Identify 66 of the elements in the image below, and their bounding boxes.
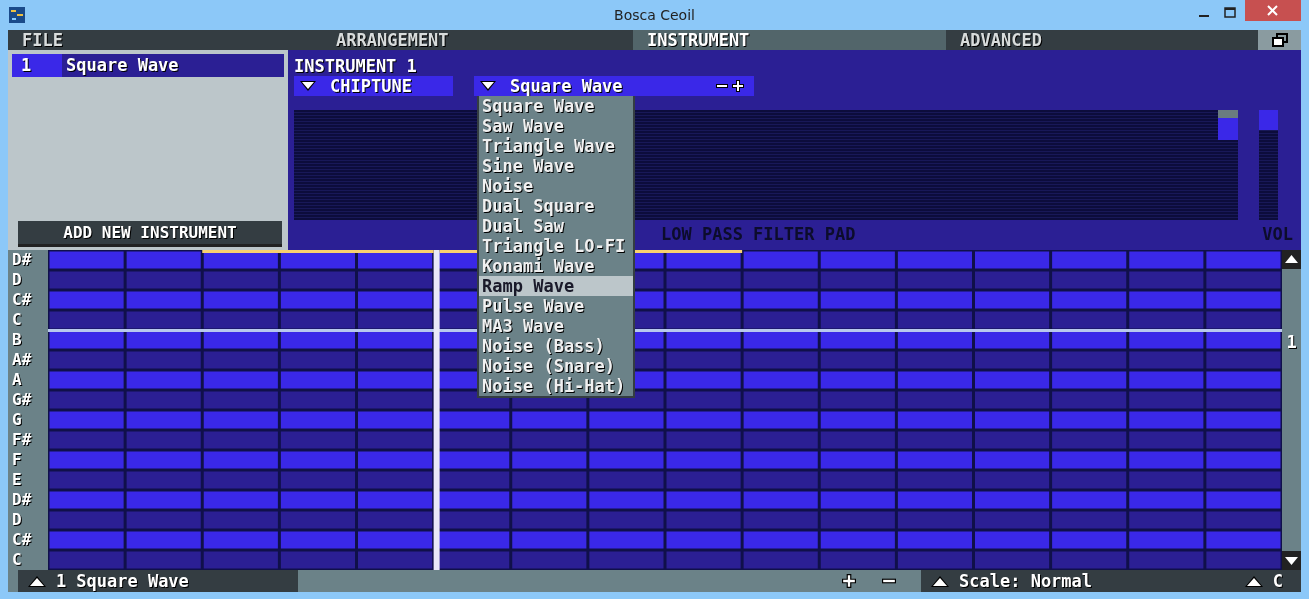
dropdown-icon [300,81,316,91]
voice-option[interactable]: Dual Square [479,196,633,216]
up-arrow-icon[interactable] [28,575,46,587]
key-label: C [1272,571,1283,591]
note-label: E [11,470,23,490]
voice-option[interactable]: Square Wave [479,96,633,116]
voice-dropdown[interactable]: Square Wave [474,76,754,96]
voice-option[interactable]: Pulse Wave [479,296,633,316]
plus-icon[interactable] [732,80,744,92]
note-label: A [11,370,23,390]
voice-option[interactable]: Dual Saw [479,216,633,236]
voice-option[interactable]: Noise (Snare) [479,356,633,376]
instrument-name: Square Wave [76,571,189,591]
note-label: D# [11,250,33,270]
scroll-up-icon[interactable] [1282,250,1301,269]
voice-option[interactable]: Saw Wave [479,116,633,136]
pad-handle[interactable] [1218,110,1238,140]
instrument-number: 1 [56,571,67,591]
scale-label: Scale: Normal [959,571,1093,591]
filter-pad-label: LOW PASS FILTER PAD [661,224,856,244]
volume-label: VOL [1262,224,1293,244]
plus-icon[interactable] [842,574,856,588]
instrument-name: Square Wave [65,54,179,77]
voice-option[interactable]: Noise [479,176,633,196]
voice-option[interactable]: Noise (Bass) [479,336,633,356]
instrument-number: 1 [12,54,62,77]
dropdown-icon [480,81,496,91]
note-label: D [11,270,23,290]
note-label: C [11,310,23,330]
note-label: A# [11,350,33,370]
note-label: G [11,410,23,430]
voice-option[interactable]: Triangle Wave [479,136,633,156]
close-icon[interactable] [1245,0,1301,21]
note-label: C# [11,290,33,310]
app-icon [9,7,25,23]
note-label: G# [11,390,33,410]
volume-slider[interactable] [1259,110,1278,220]
voice-option[interactable]: Triangle LO-FI [479,236,633,256]
menu-tab[interactable]: ADVANCED [946,30,1258,50]
note-label: B [11,330,23,350]
voice-option[interactable]: Konami Wave [479,256,633,276]
voice-option[interactable]: Noise (Hi-Hat) [479,376,633,396]
note-label: C [11,550,23,570]
voice-option[interactable]: MA3 Wave [479,316,633,336]
note-label: D# [11,490,33,510]
scroll-down-icon[interactable] [1282,551,1301,570]
instrument-title: INSTRUMENT 1 [294,56,418,76]
add-instrument-button[interactable]: ADD NEW INSTRUMENT [18,221,282,247]
menu-tab[interactable]: FILE [8,30,322,50]
instrument-item[interactable]: 1 Square Wave [12,54,284,77]
menu-tab[interactable]: INSTRUMENT [633,30,946,50]
category-dropdown[interactable]: CHIPTUNE [294,76,453,96]
fullscreen-button[interactable] [1258,30,1301,50]
octave-marker: 1 [1286,332,1297,352]
windows-icon [1270,32,1289,48]
note-label: D [11,510,23,530]
note-label: F# [11,430,33,450]
volume-handle[interactable] [1259,110,1278,130]
up-arrow-icon[interactable] [931,575,949,587]
voice-option[interactable]: Ramp Wave [479,276,633,296]
note-label: C# [11,530,33,550]
menu-tab[interactable]: ARRANGEMENT [322,30,633,50]
note-label: F [11,450,23,470]
window-title: Bosca Ceoil [614,7,695,23]
voice-option[interactable]: Sine Wave [479,156,633,176]
up-arrow-icon[interactable] [1244,575,1263,587]
